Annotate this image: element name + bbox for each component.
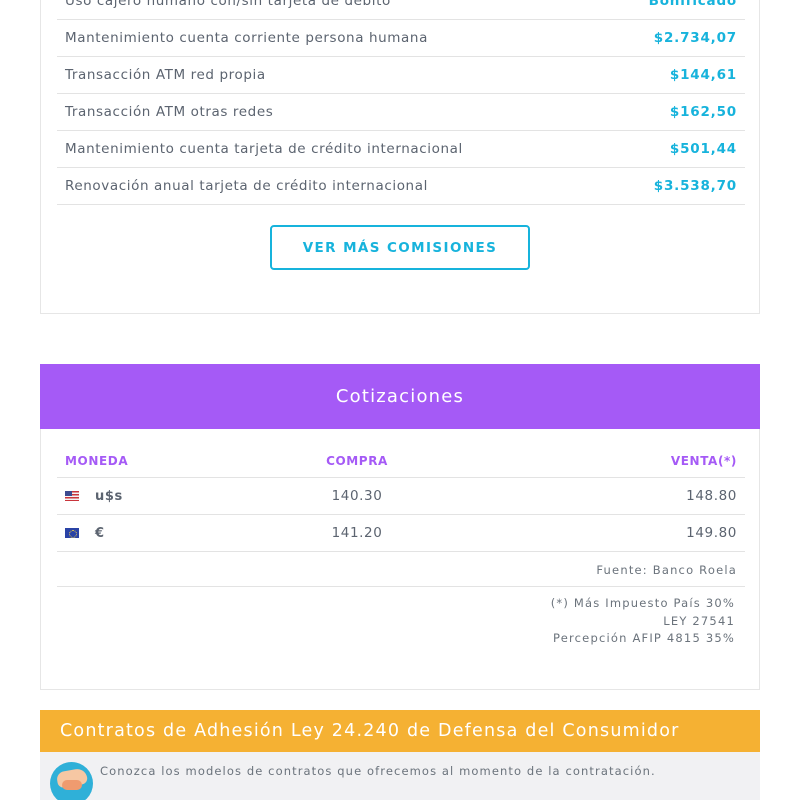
note-line: (*) Más Impuesto País 30% [550, 596, 735, 610]
fee-row: Uso cajero humano con/sin tarjeta de déb… [57, 0, 745, 20]
fee-value: $501,44 [669, 141, 737, 157]
sell-value: 148.80 [686, 488, 737, 504]
quotes-card: Cotizaciones MONEDA COMPRA VENTA(*) u$s … [40, 364, 760, 690]
fees-table: Uso cajero humano con/sin tarjeta de déb… [57, 0, 745, 205]
fee-value: $162,50 [669, 104, 737, 120]
fee-name: Transacción ATM red propia [65, 67, 266, 83]
quotes-notes: (*) Más Impuesto País 30% LEY 27541 Perc… [551, 595, 735, 648]
quote-row-eur: € 141.20 149.80 [57, 515, 745, 552]
quotes-table-header: MONEDA COMPRA VENTA(*) [57, 445, 745, 478]
fee-name: Mantenimiento cuenta tarjeta de crédito … [65, 141, 463, 157]
see-more-fees-button[interactable]: VER MÁS COMISIONES [270, 225, 530, 270]
note-line: Percepción AFIP 4815 35% [552, 631, 735, 645]
buy-value: 140.30 [331, 488, 383, 504]
fee-value: Bonificado [648, 0, 737, 9]
fee-value: $2.734,07 [653, 30, 737, 46]
fee-row: Renovación anual tarjeta de crédito inte… [57, 168, 745, 205]
eu-flag-icon [65, 528, 79, 538]
fees-card: Uso cajero humano con/sin tarjeta de déb… [40, 0, 760, 314]
contracts-title[interactable]: Contratos de Adhesión Ley 24.240 de Defe… [40, 710, 760, 752]
fee-name: Mantenimiento cuenta corriente persona h… [65, 30, 428, 46]
quote-row-usd: u$s 140.30 148.80 [57, 478, 745, 515]
sell-value: 149.80 [686, 525, 737, 541]
header-buy: COMPRA [326, 454, 388, 468]
contracts-description: Conozca los modelos de contratos que ofr… [100, 764, 656, 778]
handshake-icon [50, 762, 93, 800]
fee-name: Transacción ATM otras redes [65, 104, 274, 120]
fee-row: Mantenimiento cuenta corriente persona h… [57, 20, 745, 57]
note-line: LEY 27541 [663, 613, 735, 628]
fee-value: $3.538,70 [653, 178, 737, 194]
quotes-title: Cotizaciones [40, 364, 760, 429]
fee-name: Uso cajero humano con/sin tarjeta de déb… [65, 0, 391, 9]
header-sell: VENTA(*) [670, 454, 737, 468]
quotes-source: Fuente: Banco Roela [57, 553, 745, 587]
fee-value: $144,61 [669, 67, 737, 83]
us-flag-icon [65, 491, 79, 501]
header-currency: MONEDA [65, 454, 129, 468]
quotes-table: MONEDA COMPRA VENTA(*) u$s 140.30 148.80… [57, 445, 745, 552]
buy-value: 141.20 [331, 525, 383, 541]
fee-row: Mantenimiento cuenta tarjeta de crédito … [57, 131, 745, 168]
currency-symbol: € [95, 525, 105, 541]
fee-name: Renovación anual tarjeta de crédito inte… [65, 178, 428, 194]
contracts-body: Conozca los modelos de contratos que ofr… [40, 752, 760, 800]
currency-symbol: u$s [95, 488, 123, 504]
fee-row: Transacción ATM red propia $144,61 [57, 57, 745, 94]
fee-row: Transacción ATM otras redes $162,50 [57, 94, 745, 131]
